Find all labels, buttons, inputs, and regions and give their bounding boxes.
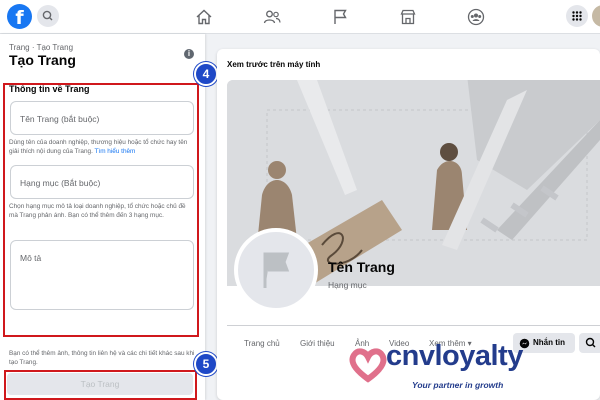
heart-logo-icon: [349, 348, 387, 383]
watermark-tagline: Your partner in growth: [412, 380, 504, 390]
account-avatar[interactable]: [592, 5, 600, 27]
footer-note: Bạn có thể thêm ảnh, thông tin liên hệ v…: [9, 350, 195, 366]
search-icon: [42, 10, 53, 21]
friends-icon[interactable]: [261, 6, 283, 28]
grid-menu-icon: [572, 11, 582, 21]
watermark-brand: cnvloyalty: [386, 340, 523, 372]
flag-icon[interactable]: [329, 6, 351, 28]
step-4-badge: 4: [194, 62, 218, 86]
breadcrumb[interactable]: Trang · Tạo Trang: [9, 43, 73, 52]
preview-page-category: Hạng mục: [328, 280, 367, 290]
cnvloyalty-watermark: cnvloyalty Your partner in growth: [348, 340, 600, 400]
profile-picture-placeholder: [234, 228, 318, 312]
marketplace-icon[interactable]: [397, 6, 419, 28]
tab-home[interactable]: Trang chủ: [244, 339, 280, 348]
step-4-highlight-box: [3, 83, 199, 337]
menu-button[interactable]: [566, 5, 588, 27]
home-icon[interactable]: [193, 6, 215, 28]
step-5-highlight-box: [4, 370, 197, 400]
info-icon[interactable]: i: [184, 49, 194, 59]
preview-title: Xem trước trên máy tính: [227, 60, 321, 69]
groups-icon[interactable]: [465, 6, 487, 28]
facebook-logo-icon[interactable]: f: [7, 4, 32, 29]
search-button[interactable]: [37, 5, 59, 27]
preview-page-name: Tên Trang: [328, 259, 395, 275]
divider: [227, 325, 600, 326]
step-5-badge: 5: [194, 352, 218, 376]
top-navigation-bar: f: [0, 0, 600, 34]
page-title: Tạo Trang: [9, 52, 76, 68]
flag-icon: [263, 252, 290, 288]
tab-about[interactable]: Giới thiệu: [300, 339, 335, 348]
